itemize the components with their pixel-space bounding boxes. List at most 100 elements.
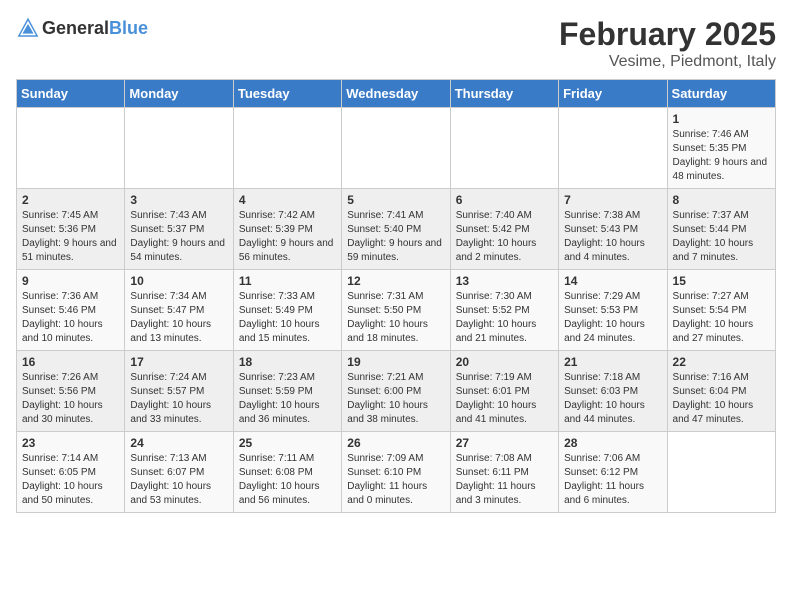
day-info: Sunrise: 7:08 AM Sunset: 6:11 PM Dayligh… (456, 452, 553, 508)
day-number: 22 (673, 355, 770, 369)
day-number: 5 (347, 193, 444, 207)
day-info: Sunrise: 7:43 AM Sunset: 5:37 PM Dayligh… (130, 209, 227, 265)
day-info: Sunrise: 7:06 AM Sunset: 6:12 PM Dayligh… (564, 452, 661, 508)
day-number: 28 (564, 436, 661, 450)
calendar-cell: 7 Sunrise: 7:38 AM Sunset: 5:43 PM Daylig… (559, 189, 667, 270)
calendar-cell: 23 Sunrise: 7:14 AM Sunset: 6:05 PM Dayli… (17, 432, 125, 513)
day-info: Sunrise: 7:19 AM Sunset: 6:01 PM Dayligh… (456, 371, 553, 427)
day-number: 15 (673, 274, 770, 288)
day-number: 25 (239, 436, 336, 450)
day-number: 27 (456, 436, 553, 450)
calendar-cell (559, 108, 667, 189)
day-info: Sunrise: 7:37 AM Sunset: 5:44 PM Dayligh… (673, 209, 770, 265)
column-header-wednesday: Wednesday (342, 80, 450, 108)
day-info: Sunrise: 7:29 AM Sunset: 5:53 PM Dayligh… (564, 290, 661, 346)
day-number: 3 (130, 193, 227, 207)
day-number: 7 (564, 193, 661, 207)
calendar-cell: 16 Sunrise: 7:26 AM Sunset: 5:56 PM Dayli… (17, 351, 125, 432)
column-header-sunday: Sunday (17, 80, 125, 108)
calendar-cell: 2 Sunrise: 7:45 AM Sunset: 5:36 PM Daylig… (17, 189, 125, 270)
logo-general-text: General (42, 18, 109, 38)
day-number: 16 (22, 355, 119, 369)
column-header-monday: Monday (125, 80, 233, 108)
day-number: 9 (22, 274, 119, 288)
day-number: 26 (347, 436, 444, 450)
calendar-week-row: 23 Sunrise: 7:14 AM Sunset: 6:05 PM Dayli… (17, 432, 776, 513)
column-header-thursday: Thursday (450, 80, 558, 108)
calendar-cell: 4 Sunrise: 7:42 AM Sunset: 5:39 PM Daylig… (233, 189, 341, 270)
day-number: 13 (456, 274, 553, 288)
calendar-cell (233, 108, 341, 189)
column-header-friday: Friday (559, 80, 667, 108)
day-info: Sunrise: 7:23 AM Sunset: 5:59 PM Dayligh… (239, 371, 336, 427)
calendar-cell: 1 Sunrise: 7:46 AM Sunset: 5:35 PM Daylig… (667, 108, 775, 189)
calendar-cell (125, 108, 233, 189)
day-info: Sunrise: 7:41 AM Sunset: 5:40 PM Dayligh… (347, 209, 444, 265)
header: GeneralBlue February 2025 Vesime, Piedmo… (16, 16, 776, 71)
day-number: 1 (673, 112, 770, 126)
calendar-cell (667, 432, 775, 513)
calendar-cell: 18 Sunrise: 7:23 AM Sunset: 5:59 PM Dayli… (233, 351, 341, 432)
day-info: Sunrise: 7:24 AM Sunset: 5:57 PM Dayligh… (130, 371, 227, 427)
calendar-cell: 27 Sunrise: 7:08 AM Sunset: 6:11 PM Dayli… (450, 432, 558, 513)
day-number: 2 (22, 193, 119, 207)
day-info: Sunrise: 7:13 AM Sunset: 6:07 PM Dayligh… (130, 452, 227, 508)
calendar-cell: 3 Sunrise: 7:43 AM Sunset: 5:37 PM Daylig… (125, 189, 233, 270)
calendar-week-row: 1 Sunrise: 7:46 AM Sunset: 5:35 PM Daylig… (17, 108, 776, 189)
calendar-cell: 25 Sunrise: 7:11 AM Sunset: 6:08 PM Dayli… (233, 432, 341, 513)
calendar-cell: 9 Sunrise: 7:36 AM Sunset: 5:46 PM Daylig… (17, 270, 125, 351)
day-info: Sunrise: 7:36 AM Sunset: 5:46 PM Dayligh… (22, 290, 119, 346)
logo: GeneralBlue (16, 16, 148, 40)
calendar-cell (450, 108, 558, 189)
calendar-title: February 2025 (559, 16, 776, 53)
day-number: 12 (347, 274, 444, 288)
calendar-cell: 22 Sunrise: 7:16 AM Sunset: 6:04 PM Dayli… (667, 351, 775, 432)
day-info: Sunrise: 7:14 AM Sunset: 6:05 PM Dayligh… (22, 452, 119, 508)
calendar-cell (17, 108, 125, 189)
calendar-cell: 14 Sunrise: 7:29 AM Sunset: 5:53 PM Dayli… (559, 270, 667, 351)
day-info: Sunrise: 7:16 AM Sunset: 6:04 PM Dayligh… (673, 371, 770, 427)
day-info: Sunrise: 7:34 AM Sunset: 5:47 PM Dayligh… (130, 290, 227, 346)
calendar-cell: 20 Sunrise: 7:19 AM Sunset: 6:01 PM Dayli… (450, 351, 558, 432)
day-number: 20 (456, 355, 553, 369)
column-header-saturday: Saturday (667, 80, 775, 108)
day-info: Sunrise: 7:09 AM Sunset: 6:10 PM Dayligh… (347, 452, 444, 508)
day-info: Sunrise: 7:26 AM Sunset: 5:56 PM Dayligh… (22, 371, 119, 427)
day-number: 4 (239, 193, 336, 207)
day-info: Sunrise: 7:38 AM Sunset: 5:43 PM Dayligh… (564, 209, 661, 265)
calendar-cell: 21Sunrise: 7:18 AM Sunset: 6:03 PM Dayli… (559, 351, 667, 432)
calendar-subtitle: Vesime, Piedmont, Italy (559, 53, 776, 71)
logo-blue-text: Blue (109, 18, 148, 38)
day-info: Sunrise: 7:40 AM Sunset: 5:42 PM Dayligh… (456, 209, 553, 265)
calendar-cell: 12 Sunrise: 7:31 AM Sunset: 5:50 PM Dayli… (342, 270, 450, 351)
day-info: Sunrise: 7:46 AM Sunset: 5:35 PM Dayligh… (673, 128, 770, 184)
logo-icon (16, 16, 40, 40)
day-number: 24 (130, 436, 227, 450)
day-number: 18 (239, 355, 336, 369)
calendar-cell: 19Sunrise: 7:21 AM Sunset: 6:00 PM Dayli… (342, 351, 450, 432)
calendar-cell: 17Sunrise: 7:24 AM Sunset: 5:57 PM Dayli… (125, 351, 233, 432)
day-number: 11 (239, 274, 336, 288)
calendar-cell: 8 Sunrise: 7:37 AM Sunset: 5:44 PM Daylig… (667, 189, 775, 270)
calendar-cell: 13Sunrise: 7:30 AM Sunset: 5:52 PM Dayli… (450, 270, 558, 351)
day-number: 8 (673, 193, 770, 207)
calendar-table: SundayMondayTuesdayWednesdayThursdayFrid… (16, 79, 776, 513)
calendar-cell (342, 108, 450, 189)
day-info: Sunrise: 7:31 AM Sunset: 5:50 PM Dayligh… (347, 290, 444, 346)
calendar-cell: 10Sunrise: 7:34 AM Sunset: 5:47 PM Dayli… (125, 270, 233, 351)
calendar-cell: 15 Sunrise: 7:27 AM Sunset: 5:54 PM Dayli… (667, 270, 775, 351)
day-info: Sunrise: 7:11 AM Sunset: 6:08 PM Dayligh… (239, 452, 336, 508)
day-info: Sunrise: 7:45 AM Sunset: 5:36 PM Dayligh… (22, 209, 119, 265)
calendar-cell: 28 Sunrise: 7:06 AM Sunset: 6:12 PM Dayli… (559, 432, 667, 513)
column-header-tuesday: Tuesday (233, 80, 341, 108)
day-number: 6 (456, 193, 553, 207)
day-info: Sunrise: 7:27 AM Sunset: 5:54 PM Dayligh… (673, 290, 770, 346)
day-number: 21 (564, 355, 661, 369)
day-number: 19 (347, 355, 444, 369)
day-info: Sunrise: 7:33 AM Sunset: 5:49 PM Dayligh… (239, 290, 336, 346)
calendar-cell: 11 Sunrise: 7:33 AM Sunset: 5:49 PM Dayli… (233, 270, 341, 351)
day-number: 14 (564, 274, 661, 288)
calendar-cell: 26 Sunrise: 7:09 AM Sunset: 6:10 PM Dayli… (342, 432, 450, 513)
day-info: Sunrise: 7:42 AM Sunset: 5:39 PM Dayligh… (239, 209, 336, 265)
day-number: 23 (22, 436, 119, 450)
